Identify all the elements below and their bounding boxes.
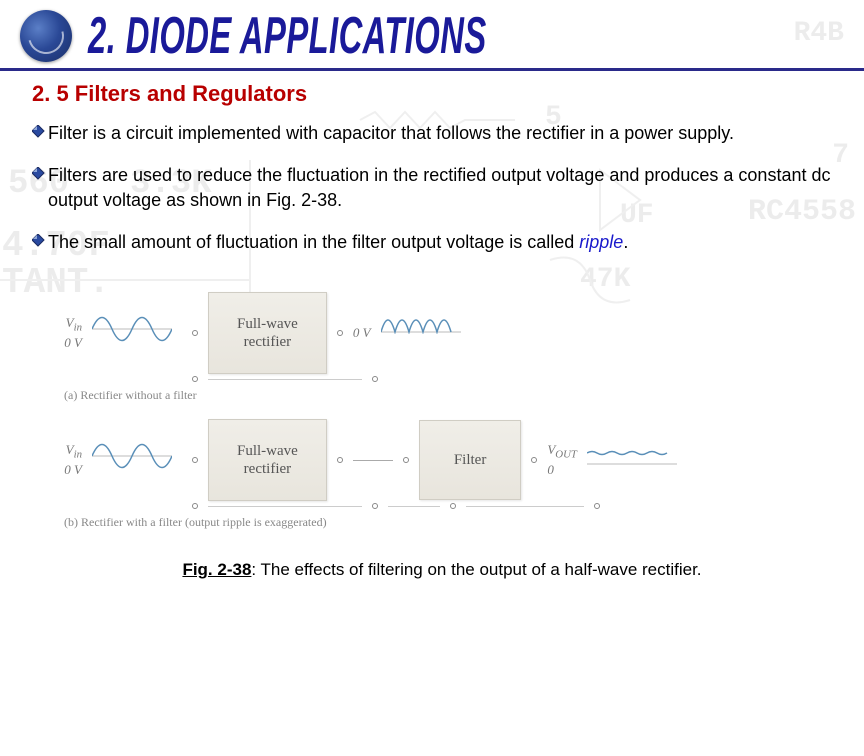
vin-label: Vin xyxy=(66,315,82,330)
terminal-icon xyxy=(450,503,456,509)
bullet-text: Filters are used to reduce the fluctuati… xyxy=(48,163,832,212)
rectified-wave xyxy=(381,304,471,362)
terminal-icon xyxy=(531,457,537,463)
terminal-icon xyxy=(372,376,378,382)
keyword-ripple: ripple xyxy=(579,232,623,252)
terminal-icon xyxy=(192,330,198,336)
section-body: 2. 5 Filters and Regulators Filter is a … xyxy=(0,71,864,282)
bullet-text: Filter is a circuit implemented with cap… xyxy=(48,121,734,145)
input-sine-wave xyxy=(92,304,182,362)
page-title: 2. DIODE APPLICATIONS xyxy=(88,7,487,66)
figure-2-38: Vin 0 V Full-waverectifier 0 V xyxy=(60,292,824,580)
terminal-icon xyxy=(372,503,378,509)
bullet-icon xyxy=(32,167,46,181)
page-header: 2. DIODE APPLICATIONS xyxy=(0,0,864,71)
rectifier-block: Full-waverectifier xyxy=(208,292,327,374)
bullet-icon xyxy=(32,234,46,248)
zero-label: 0 V xyxy=(353,325,371,341)
zero-label: 0 V xyxy=(64,335,82,350)
terminal-icon xyxy=(192,457,198,463)
zero-label: 0 xyxy=(547,462,554,477)
sub-caption-b: (b) Rectifier with a filter (output ripp… xyxy=(64,515,824,530)
terminal-icon xyxy=(403,457,409,463)
bullet-icon xyxy=(32,125,46,139)
bullet-item: Filter is a circuit implemented with cap… xyxy=(32,121,832,145)
terminal-icon xyxy=(192,376,198,382)
bullet-item: Filters are used to reduce the fluctuati… xyxy=(32,163,832,212)
input-sine-wave xyxy=(92,431,182,489)
terminal-icon xyxy=(337,330,343,336)
terminal-icon xyxy=(337,457,343,463)
filter-block: Filter xyxy=(419,420,522,500)
zero-label: 0 V xyxy=(64,462,82,477)
ripple-output-wave xyxy=(587,448,677,473)
section-heading: 2. 5 Filters and Regulators xyxy=(32,81,832,107)
vout-label: VOUT xyxy=(547,442,577,457)
figure-caption: Fig. 2-38: The effects of filtering on t… xyxy=(60,560,824,580)
terminal-icon xyxy=(594,503,600,509)
sub-caption-a: (a) Rectifier without a filter xyxy=(64,388,824,403)
vin-label: Vin xyxy=(66,442,82,457)
logo-icon xyxy=(20,10,72,62)
wire xyxy=(353,460,393,461)
terminal-icon xyxy=(192,503,198,509)
rectifier-block: Full-waverectifier xyxy=(208,419,327,501)
bullet-item: The small amount of fluctuation in the f… xyxy=(32,230,832,254)
bullet-text: The small amount of fluctuation in the f… xyxy=(48,230,628,254)
